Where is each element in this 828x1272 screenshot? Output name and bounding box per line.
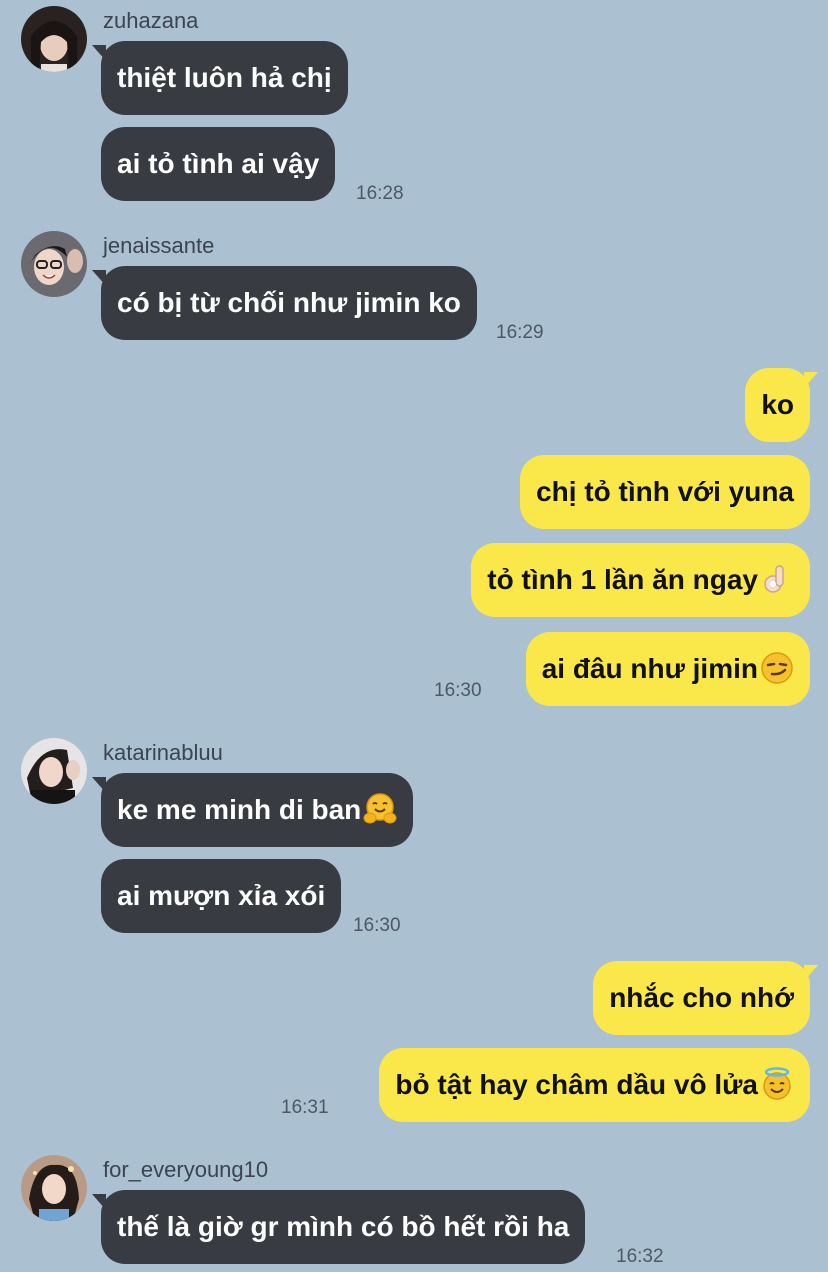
- message-text: bỏ tật hay châm dầu vô lửa: [395, 1069, 758, 1100]
- message-time: 16:29: [496, 322, 544, 343]
- message-time: 16:31: [281, 1097, 329, 1118]
- avatar-katarinabluu[interactable]: [21, 738, 87, 804]
- message-time: 16:30: [434, 680, 482, 701]
- sender-name: jenaissante: [103, 233, 215, 258]
- message-bubble[interactable]: thế là giờ gr mình có bồ hết rồi ha: [91, 1190, 586, 1264]
- sender-name: zuhazana: [103, 8, 199, 33]
- message-time: 16:32: [616, 1246, 664, 1267]
- message-bubble-with-emoji[interactable]: tỏ tình 1 lần ăn ngay: [471, 543, 810, 617]
- message-text: tỏ tình 1 lần ăn ngay: [487, 564, 758, 595]
- message-bubble-with-emoji[interactable]: ke me minh di ban: [91, 773, 414, 847]
- avatar-for-everyoung10[interactable]: [21, 1155, 87, 1221]
- message-bubble[interactable]: có bị từ chối như jimin ko: [92, 266, 477, 340]
- message-bubble-with-emoji[interactable]: bỏ tật hay châm dầu vô lửa: [379, 1048, 810, 1122]
- halo-smile-emoji-icon: [760, 1066, 794, 1101]
- message-time: 16:28: [356, 183, 404, 204]
- hugging-face-emoji-icon: [363, 792, 397, 826]
- message-bubble[interactable]: ai mượn xỉa xói: [101, 859, 342, 933]
- smirk-emoji-icon: [760, 651, 794, 685]
- avatar-zuhazana[interactable]: [21, 6, 87, 72]
- message-bubble[interactable]: nhắc cho nhớ: [593, 961, 818, 1035]
- message-text: ai đâu như jimin: [541, 653, 758, 684]
- message-text: ke me minh di ban: [117, 794, 362, 825]
- message-bubble[interactable]: ai tỏ tình ai vậy: [101, 127, 336, 201]
- message-time: 16:30: [353, 915, 401, 936]
- message-bubble[interactable]: ko: [745, 368, 818, 442]
- sender-name: katarinabluu: [103, 740, 223, 765]
- message-bubble-with-emoji[interactable]: ai đâu như jimin: [525, 632, 810, 706]
- ok-hand-emoji-icon: [760, 562, 794, 596]
- sender-name: for_everyoung10: [103, 1157, 269, 1182]
- message-bubble[interactable]: thiệt luôn hả chị: [92, 41, 348, 115]
- avatar-jenaissante[interactable]: [21, 231, 87, 297]
- message-bubble[interactable]: chị tỏ tình với yuna: [520, 455, 810, 529]
